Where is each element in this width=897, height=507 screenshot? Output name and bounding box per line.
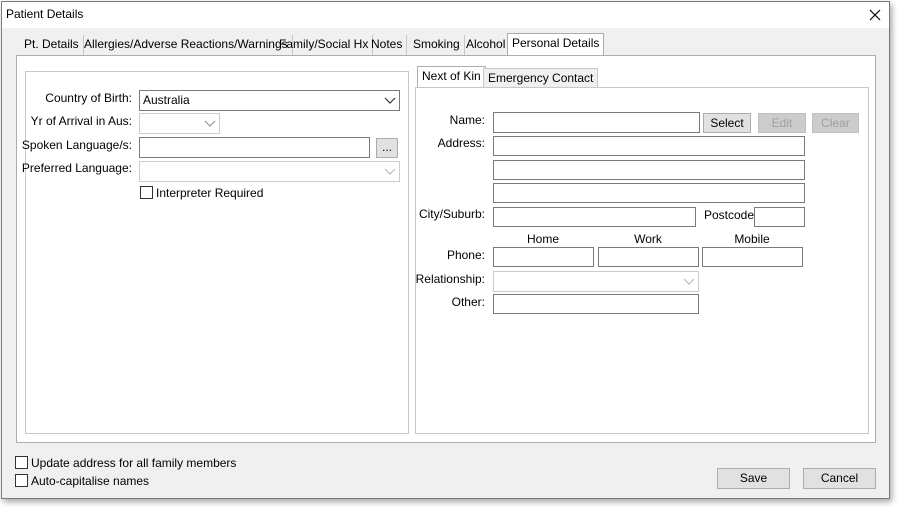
chevron-down-icon — [204, 120, 216, 127]
subtab-next-of-kin[interactable]: Next of Kin — [417, 66, 486, 88]
other-input[interactable] — [493, 294, 699, 314]
tab-alcohol[interactable]: Alcohol — [462, 35, 511, 55]
other-label: Other: — [451, 295, 485, 309]
chevron-down-icon — [384, 168, 396, 175]
interpreter-required-label: Interpreter Required — [156, 186, 264, 200]
country-of-birth-select[interactable]: Australia — [139, 90, 400, 111]
title-bar: Patient Details — [2, 2, 889, 28]
update-address-label: Update address for all family members — [31, 456, 237, 470]
preferred-language-label: Preferred Language: — [21, 161, 132, 175]
preferred-language-select[interactable] — [139, 161, 400, 182]
nok-name-label: Name: — [449, 113, 485, 127]
phone-home-header: Home — [526, 232, 559, 246]
window-title: Patient Details — [6, 7, 84, 21]
save-button[interactable]: Save — [717, 468, 790, 489]
tab-smoking[interactable]: Smoking — [409, 35, 465, 55]
clear-button[interactable]: Clear — [812, 113, 859, 133]
close-button[interactable] — [861, 2, 889, 28]
phone-mobile-input[interactable] — [702, 247, 803, 267]
postcode-label: Postcode: — [704, 208, 758, 222]
nok-name-input[interactable] — [493, 112, 700, 133]
interpreter-required-checkbox[interactable] — [140, 186, 153, 199]
chevron-down-icon — [384, 97, 396, 104]
select-button[interactable]: Select — [703, 113, 751, 133]
auto-capitalise-checkbox[interactable] — [15, 474, 28, 487]
phone-home-input[interactable] — [493, 247, 594, 267]
close-icon — [869, 9, 881, 21]
chevron-down-icon — [683, 278, 695, 285]
spoken-language-input[interactable] — [139, 137, 370, 158]
spoken-language-browse-button[interactable]: ... — [376, 138, 398, 158]
edit-button[interactable]: Edit — [758, 113, 806, 133]
patient-details-window: Patient Details Pt. Details Allergies/Ad… — [1, 1, 890, 499]
auto-capitalise-label: Auto-capitalise names — [31, 474, 150, 488]
city-suburb-label: City/Suburb: — [418, 207, 485, 221]
tab-personal-details[interactable]: Personal Details — [507, 33, 605, 57]
address-label: Address: — [437, 136, 485, 150]
phone-label: Phone: — [446, 248, 485, 262]
address-line-3-input[interactable] — [493, 183, 805, 203]
relationship-select[interactable] — [493, 271, 699, 292]
country-of-birth-label: Country of Birth: — [45, 91, 132, 105]
address-line-1-input[interactable] — [493, 136, 805, 156]
tab-allergies[interactable]: Allergies/Adverse Reactions/Warnings — [80, 35, 293, 55]
year-of-arrival-select[interactable] — [139, 113, 220, 134]
phone-work-header: Work — [634, 232, 662, 246]
update-address-checkbox[interactable] — [15, 456, 28, 469]
year-of-arrival-label: Yr of Arrival in Aus: — [30, 114, 132, 128]
postcode-input[interactable] — [754, 207, 805, 227]
phone-mobile-header: Mobile — [734, 232, 770, 246]
personal-details-panel: Country of Birth: Australia Yr of Arriva… — [16, 55, 876, 443]
subtab-emergency-contact[interactable]: Emergency Contact — [483, 68, 599, 88]
tab-notes[interactable]: Notes — [367, 35, 408, 55]
tab-pt-details[interactable]: Pt. Details — [20, 35, 84, 55]
address-line-2-input[interactable] — [493, 160, 805, 180]
spoken-language-label: Spoken Language/s: — [21, 138, 132, 152]
phone-work-input[interactable] — [598, 247, 699, 267]
tab-family-social-hx[interactable]: Family/Social Hx — [275, 35, 374, 55]
city-suburb-input[interactable] — [493, 207, 696, 227]
next-of-kin-panel: Name: Select Edit Clear Address: City/Su… — [415, 87, 869, 434]
language-groupbox: Country of Birth: Australia Yr of Arriva… — [21, 71, 409, 434]
relationship-label: Relationship: — [415, 272, 485, 286]
cancel-button[interactable]: Cancel — [803, 468, 876, 489]
